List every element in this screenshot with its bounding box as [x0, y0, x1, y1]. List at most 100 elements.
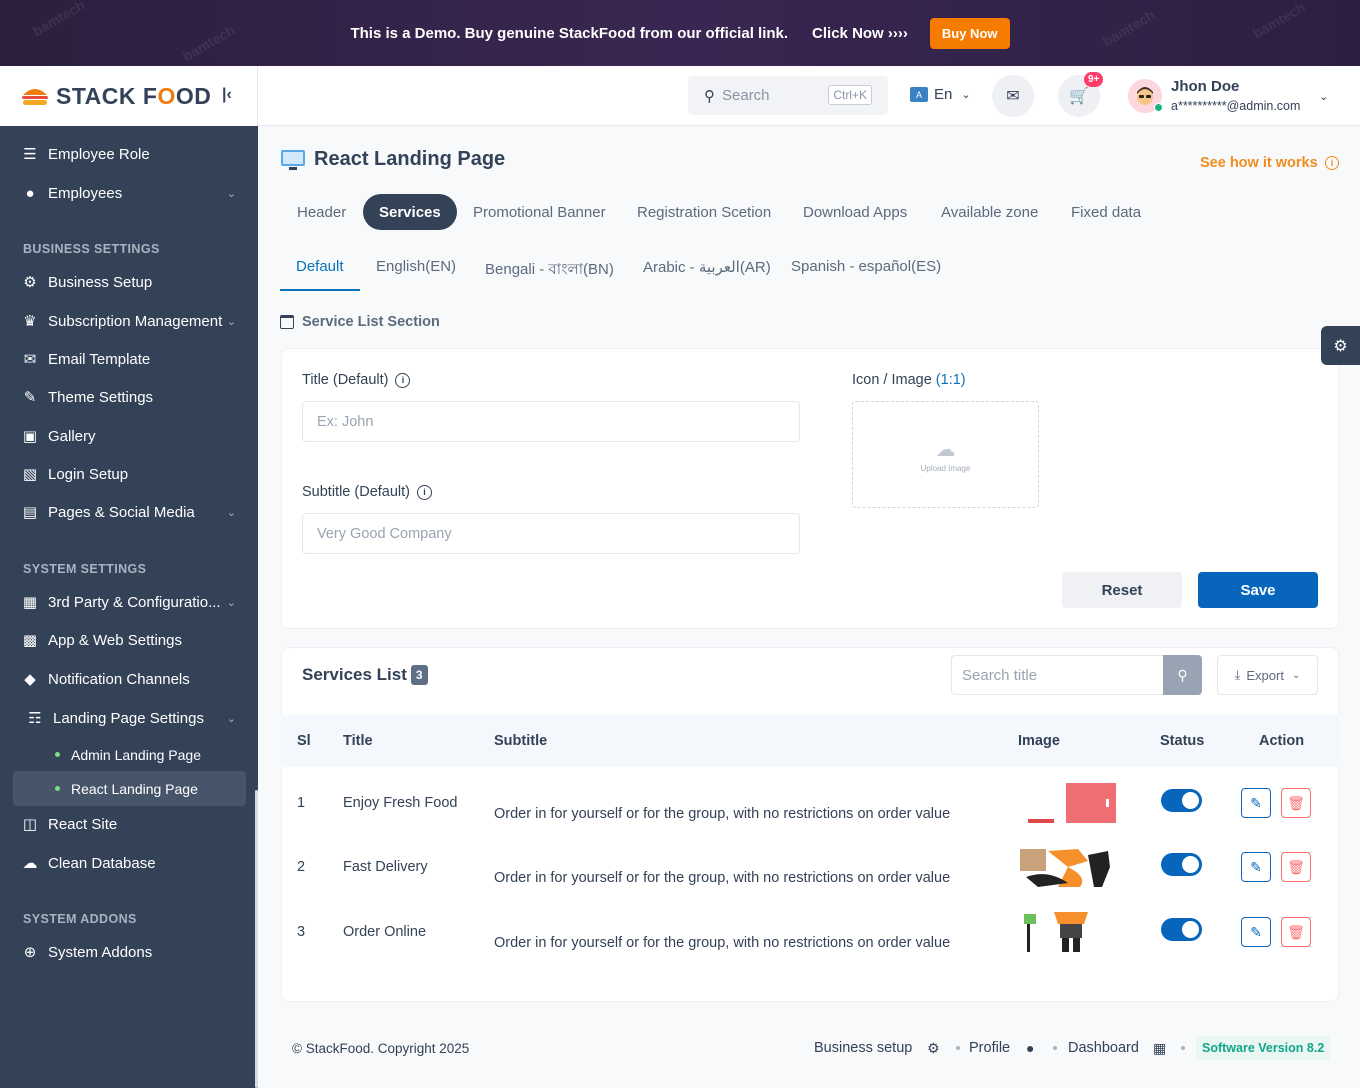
- react-icon: ◫: [22, 816, 38, 833]
- list-search-button[interactable]: ⚲: [1163, 655, 1202, 695]
- image-upload-dropzone[interactable]: ☁ Upload Image: [852, 401, 1039, 508]
- lang-tab-default[interactable]: Default: [296, 258, 344, 275]
- online-indicator: [1154, 103, 1163, 112]
- sidebar-sub-react-landing[interactable]: React Landing Page: [13, 771, 246, 806]
- section-business-settings: BUSINESS SETTINGS: [23, 242, 160, 256]
- edit-button[interactable]: ✎: [1241, 917, 1271, 947]
- language-selector[interactable]: A En ⌄: [910, 86, 971, 103]
- sidebar-item-label: Subscription Management: [48, 312, 223, 330]
- sidebar-item-label: Login Setup: [48, 465, 129, 483]
- title-input[interactable]: Ex: John: [302, 401, 800, 442]
- info-icon[interactable]: i: [1325, 156, 1339, 170]
- sidebar-item-label: Landing Page Settings: [53, 709, 204, 727]
- lang-tab-arabic[interactable]: Arabic - العربية(AR): [643, 258, 771, 276]
- info-icon[interactable]: i: [417, 484, 432, 500]
- sidebar-item-system-addons[interactable]: ⊕ System Addons: [13, 934, 246, 970]
- reset-button[interactable]: Reset: [1062, 572, 1182, 608]
- info-icon[interactable]: i: [395, 372, 411, 388]
- ratio-text: (1:1): [935, 372, 966, 388]
- tab-registration-section[interactable]: Registration Scetion: [637, 194, 771, 230]
- sidebar-item-label: React Site: [48, 815, 118, 833]
- separator-dot: [1053, 1046, 1057, 1050]
- logo[interactable]: STACK FOOD |‹: [0, 66, 258, 126]
- status-toggle[interactable]: [1161, 789, 1202, 812]
- edit-button[interactable]: ✎: [1241, 852, 1271, 882]
- edit-button[interactable]: ✎: [1241, 788, 1271, 818]
- sidebar-item-business-setup[interactable]: ⚙ Business Setup: [13, 264, 246, 300]
- delete-button[interactable]: 🗑: [1281, 852, 1311, 882]
- tab-promotional-banner[interactable]: Promotional Banner: [473, 194, 606, 230]
- tab-download-apps[interactable]: Download Apps: [803, 194, 907, 230]
- separator-dot: [1181, 1046, 1185, 1050]
- gallery-icon: ▣: [22, 428, 38, 445]
- footer-link-profile[interactable]: Profile: [969, 1040, 1010, 1056]
- sidebar: STACK FOOD |‹ ☰ Employee Role ● Employee…: [0, 66, 258, 1088]
- sidebar-item-subscription[interactable]: ♛ Subscription Management ⌄: [13, 303, 246, 339]
- delete-button[interactable]: 🗑: [1281, 917, 1311, 947]
- tab-services[interactable]: Services: [363, 194, 457, 230]
- user-name[interactable]: Jhon Doe: [1171, 78, 1239, 95]
- footer-link-dashboard[interactable]: Dashboard: [1068, 1040, 1139, 1056]
- top-header: ⚲ Search Ctrl+K A En ⌄ ✉ 🛒 9+ Jhon Doe a…: [258, 66, 1360, 126]
- messages-button[interactable]: ✉: [992, 75, 1034, 117]
- sidebar-item-employees[interactable]: ● Employees ⌄: [13, 175, 246, 211]
- sidebar-sub-admin-landing[interactable]: Admin Landing Page: [13, 737, 246, 772]
- brush-icon: ✎: [23, 389, 37, 406]
- sidebar-item-pages-social[interactable]: ▤ Pages & Social Media ⌄: [13, 494, 246, 530]
- sidebar-item-landing-page-settings[interactable]: ☶ Landing Page Settings ⌄: [13, 700, 246, 736]
- service-image: [1024, 912, 1088, 952]
- sidebar-item-label: Employees: [48, 184, 123, 202]
- settings-gear-button[interactable]: ⚙: [1321, 326, 1360, 365]
- list-search-input[interactable]: Search title: [951, 655, 1164, 695]
- sidebar-item-email-template[interactable]: ✉ Email Template: [13, 341, 246, 377]
- row-sl: 2: [297, 859, 306, 875]
- chevron-down-icon[interactable]: ⌄: [1319, 90, 1328, 103]
- sidebar-item-3rd-party[interactable]: ▦ 3rd Party & Configuratio... ⌄: [13, 584, 246, 620]
- sidebar-item-gallery[interactable]: ▣ Gallery: [13, 418, 246, 454]
- footer-link-business-setup[interactable]: Business setup: [814, 1040, 912, 1056]
- sidebar-item-clean-database[interactable]: ☁ Clean Database: [13, 845, 246, 881]
- trash-icon: 🗑: [1287, 858, 1305, 875]
- sidebar-item-app-web[interactable]: ▩ App & Web Settings: [13, 622, 246, 658]
- sidebar-item-label: 3rd Party & Configuratio...: [48, 593, 221, 611]
- sidebar-item-notification-channels[interactable]: ◆ Notification Channels: [13, 661, 246, 697]
- user-icon: ●: [1026, 1040, 1035, 1056]
- watermark: bamtech: [1249, 0, 1308, 42]
- delete-button[interactable]: 🗑: [1281, 788, 1311, 818]
- pencil-icon: ✎: [1250, 858, 1262, 875]
- status-toggle[interactable]: [1161, 918, 1202, 941]
- chevron-down-icon: ⌄: [961, 89, 971, 101]
- tab-fixed-data[interactable]: Fixed data: [1071, 194, 1141, 230]
- lang-tab-english[interactable]: English(EN): [376, 258, 456, 275]
- message-icon: ✉: [1006, 88, 1020, 105]
- sidebar-scrollbar[interactable]: [255, 790, 258, 1088]
- row-subtitle: Order in for yourself or for the group, …: [494, 806, 951, 822]
- export-label: Export: [1246, 667, 1284, 683]
- tab-available-zone[interactable]: Available zone: [941, 194, 1038, 230]
- buy-now-button[interactable]: Buy Now: [929, 17, 1010, 49]
- sidebar-item-login-setup[interactable]: ▧ Login Setup: [13, 456, 246, 492]
- collapse-sidebar-icon[interactable]: |‹: [222, 86, 232, 104]
- lang-tab-bengali[interactable]: Bengali - বাংলা(BN): [485, 258, 614, 283]
- copyright: © StackFood. Copyright 2025: [292, 1041, 470, 1056]
- subtitle-input[interactable]: Very Good Company: [302, 513, 800, 554]
- banner-click-link[interactable]: Click Now ››››: [812, 25, 908, 42]
- lang-tab-spanish[interactable]: Spanish - español(ES): [791, 258, 941, 275]
- sidebar-item-label: Theme Settings: [48, 388, 154, 406]
- sidebar-item-employee-role[interactable]: ☰ Employee Role: [13, 136, 246, 172]
- chevron-down-icon: ⌄: [226, 315, 236, 328]
- search-icon: ⚲: [704, 87, 715, 105]
- status-toggle[interactable]: [1161, 853, 1202, 876]
- sidebar-item-label: System Addons: [48, 943, 153, 961]
- section-heading: Service List Section: [280, 314, 440, 330]
- sidebar-item-react-site[interactable]: ◫ React Site: [13, 806, 246, 842]
- export-button[interactable]: ⤓ Export ⌄: [1217, 655, 1318, 695]
- save-button[interactable]: Save: [1198, 572, 1318, 608]
- see-how-it-works-link[interactable]: See how it works: [1200, 155, 1318, 171]
- search-input[interactable]: ⚲ Search Ctrl+K: [688, 76, 888, 115]
- watermark: bamtech: [1099, 6, 1158, 50]
- chevron-down-icon: ⌄: [226, 712, 236, 725]
- sidebar-item-theme-settings[interactable]: ✎ Theme Settings: [13, 379, 246, 415]
- tab-header[interactable]: Header: [297, 194, 346, 230]
- toggle-knob: [1182, 792, 1199, 809]
